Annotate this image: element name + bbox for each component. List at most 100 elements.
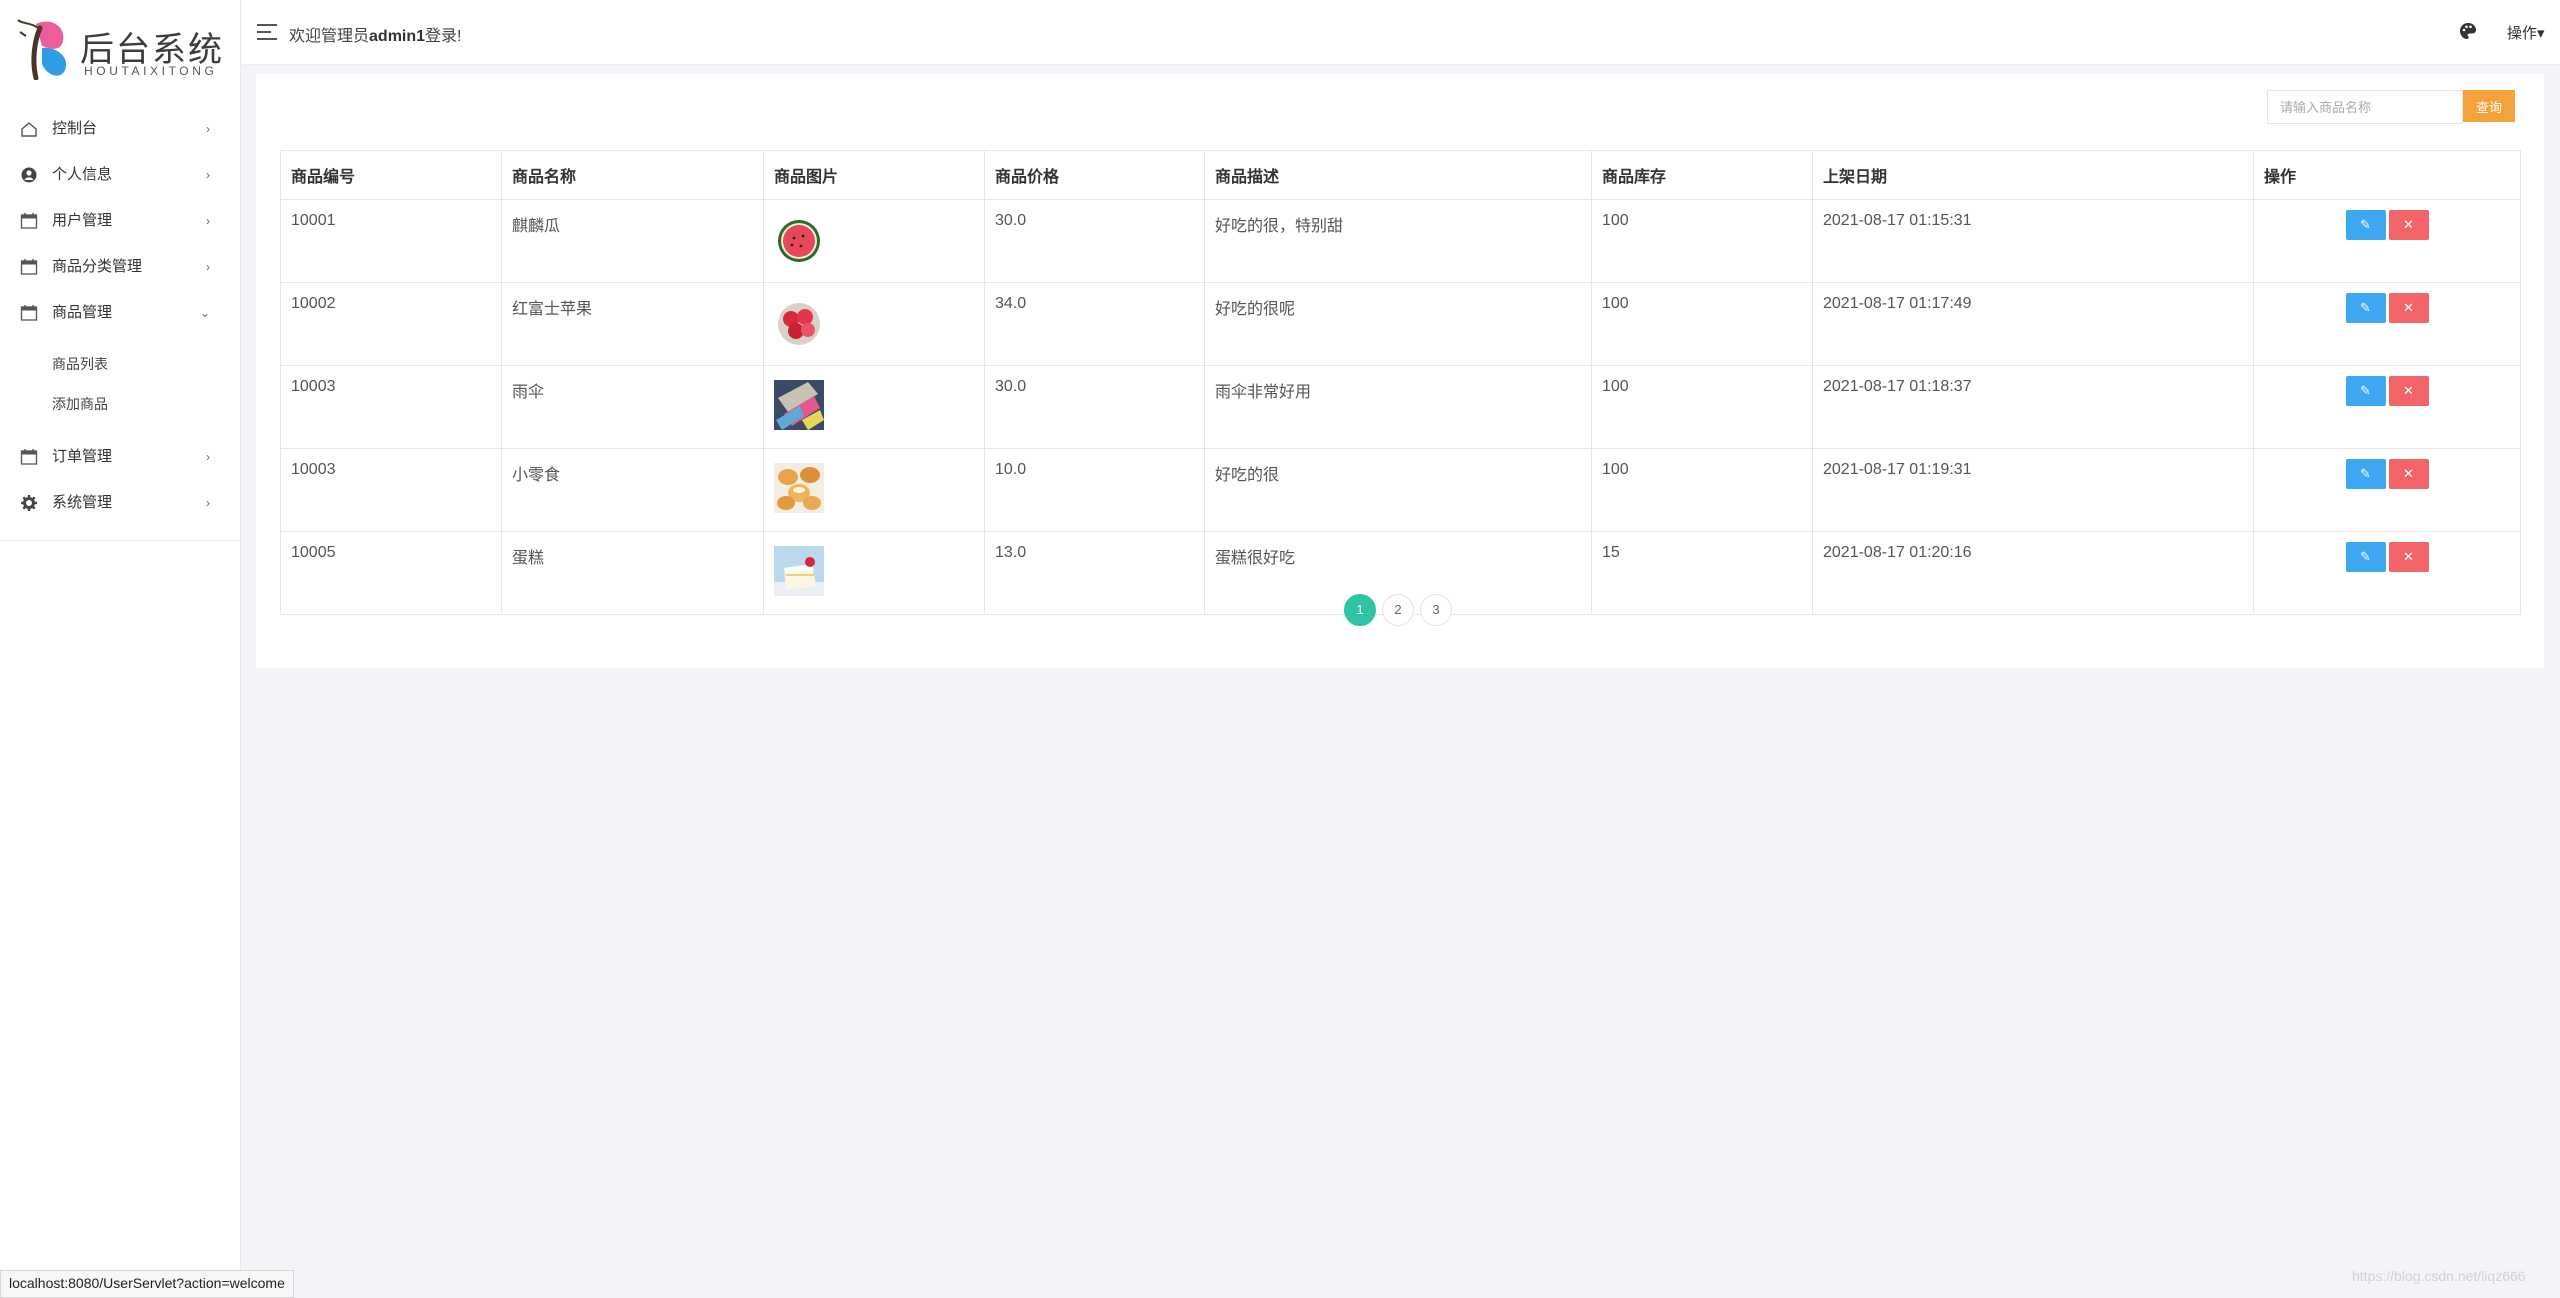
column-header-id: 商品编号 xyxy=(280,150,502,200)
edit-button[interactable]: ✎ xyxy=(2345,459,2386,489)
sidebar-menu: 控制台 › 个人信息 › 用户管理 › 商品分类管理 › 商品管理 ⌄ 商品列表… xyxy=(0,106,240,541)
sidebar-item-label: 订单管理 xyxy=(52,448,113,465)
cell-price: 10.0 xyxy=(984,448,1205,532)
cell-id: 10003 xyxy=(280,365,502,449)
browser-status-url: localhost:8080/UserServlet?action=welcom… xyxy=(0,1270,294,1298)
delete-button[interactable]: ✕ xyxy=(2388,542,2429,572)
products-submenu: 商品列表 添加商品 xyxy=(0,336,240,434)
table-row: 10003 小零食 10.0 好吃的很 100 2021-08-17 01:19… xyxy=(280,448,2521,532)
cell-price: 13.0 xyxy=(984,531,1205,615)
page-button-3[interactable]: 3 xyxy=(1420,594,1452,626)
cell-date: 2021-08-17 01:19:31 xyxy=(1812,448,2254,532)
sidebar-item-system[interactable]: 系统管理 › xyxy=(0,480,240,526)
cell-stock: 15 xyxy=(1591,531,1813,615)
table-row: 10001 麒麟瓜 30.0 好吃的很，特别甜 100 2021-08-17 0… xyxy=(280,199,2521,283)
product-name-search-input[interactable] xyxy=(2267,90,2463,124)
butterfly-logo-icon xyxy=(17,19,67,80)
chevron-right-icon: › xyxy=(206,168,210,182)
cell-image xyxy=(763,365,985,449)
cell-id: 10001 xyxy=(280,199,502,283)
edit-button[interactable]: ✎ xyxy=(2345,542,2386,572)
cell-image xyxy=(763,448,985,532)
sidebar-item-dashboard[interactable]: 控制台 › xyxy=(0,106,240,152)
column-header-image: 商品图片 xyxy=(763,150,985,200)
cell-date: 2021-08-17 01:17:49 xyxy=(1812,282,2254,366)
sidebar: 后台系统 HOUTAIXITONG 控制台 › 个人信息 › 用户管理 › 商品… xyxy=(0,0,241,1296)
cell-actions: ✎ ✕ xyxy=(2253,282,2521,366)
chevron-right-icon: › xyxy=(206,214,210,228)
cell-description: 雨伞非常好用 xyxy=(1204,365,1592,449)
cell-date: 2021-08-17 01:15:31 xyxy=(1812,199,2254,283)
chevron-right-icon: › xyxy=(206,260,210,274)
delete-button[interactable]: ✕ xyxy=(2388,210,2429,240)
cell-id: 10003 xyxy=(280,448,502,532)
sidebar-item-label: 个人信息 xyxy=(52,166,113,183)
welcome-message: 欢迎管理员admin1登录! xyxy=(289,22,461,46)
column-header-name: 商品名称 xyxy=(501,150,764,200)
sidebar-item-label: 控制台 xyxy=(52,120,98,137)
calendar-icon xyxy=(20,213,38,229)
sidebar-item-orders[interactable]: 订单管理 › xyxy=(0,434,240,480)
calendar-icon xyxy=(20,449,38,465)
welcome-username: admin1 xyxy=(369,28,426,45)
user-icon xyxy=(21,167,37,183)
product-image-snacks xyxy=(774,463,824,513)
column-header-date: 上架日期 xyxy=(1812,150,2254,200)
product-image-apples xyxy=(774,297,824,347)
sidebar-item-category[interactable]: 商品分类管理 › xyxy=(0,244,240,290)
delete-button[interactable]: ✕ xyxy=(2388,293,2429,323)
cell-actions: ✎ ✕ xyxy=(2253,365,2521,449)
cell-date: 2021-08-17 01:20:16 xyxy=(1812,531,2254,615)
sidebar-item-label: 商品分类管理 xyxy=(52,258,143,275)
sidebar-item-users[interactable]: 用户管理 › xyxy=(0,198,240,244)
cell-image xyxy=(763,282,985,366)
edit-button[interactable]: ✎ xyxy=(2345,293,2386,323)
sidebar-item-products[interactable]: 商品管理 ⌄ xyxy=(0,290,240,336)
edit-button[interactable]: ✎ xyxy=(2345,210,2386,240)
edit-button[interactable]: ✎ xyxy=(2345,376,2386,406)
cell-id: 10002 xyxy=(280,282,502,366)
cell-date: 2021-08-17 01:18:37 xyxy=(1812,365,2254,449)
welcome-prefix: 欢迎管理员 xyxy=(289,28,370,45)
cell-stock: 100 xyxy=(1591,448,1813,532)
page-button-1[interactable]: 1 xyxy=(1344,594,1376,626)
product-list-card: 查询 商品编号 商品名称 商品图片 商品价格 商品描述 商品库存 上架日期 操作… xyxy=(256,74,2544,668)
page-button-2[interactable]: 2 xyxy=(1382,594,1414,626)
welcome-suffix: 登录! xyxy=(425,28,462,45)
delete-button[interactable]: ✕ xyxy=(2388,376,2429,406)
top-header: 欢迎管理员admin1登录! 操作▾ xyxy=(241,0,2560,65)
calendar-icon xyxy=(20,305,38,321)
column-header-price: 商品价格 xyxy=(984,150,1205,200)
chevron-right-icon: › xyxy=(206,450,210,464)
delete-button[interactable]: ✕ xyxy=(2388,459,2429,489)
chevron-right-icon: › xyxy=(206,122,210,136)
palette-icon[interactable] xyxy=(2459,22,2477,40)
brand-logo[interactable]: 后台系统 HOUTAIXITONG xyxy=(14,16,224,82)
menu-toggle-icon[interactable] xyxy=(257,24,277,40)
submenu-item-add-product[interactable]: 添加商品 xyxy=(0,384,240,424)
sidebar-item-label: 商品管理 xyxy=(52,304,113,321)
search-button[interactable]: 查询 xyxy=(2463,90,2515,122)
home-icon xyxy=(21,122,37,137)
cell-price: 30.0 xyxy=(984,199,1205,283)
sidebar-item-profile[interactable]: 个人信息 › xyxy=(0,152,240,198)
chevron-down-icon: ⌄ xyxy=(199,306,210,320)
cell-stock: 100 xyxy=(1591,365,1813,449)
cell-actions: ✎ ✕ xyxy=(2253,199,2521,283)
cell-description: 好吃的很，特别甜 xyxy=(1204,199,1592,283)
product-image-watermelon xyxy=(774,214,824,264)
submenu-item-product-list[interactable]: 商品列表 xyxy=(0,344,240,384)
cell-description: 好吃的很呢 xyxy=(1204,282,1592,366)
operations-dropdown[interactable]: 操作▾ xyxy=(2507,22,2545,43)
column-header-actions: 操作 xyxy=(2253,150,2521,200)
brand-subtitle: HOUTAIXITONG xyxy=(84,64,218,78)
cell-actions: ✎ ✕ xyxy=(2253,531,2521,615)
cell-description: 好吃的很 xyxy=(1204,448,1592,532)
cell-price: 30.0 xyxy=(984,365,1205,449)
cell-stock: 100 xyxy=(1591,282,1813,366)
table-header-row: 商品编号 商品名称 商品图片 商品价格 商品描述 商品库存 上架日期 操作 xyxy=(280,150,2521,200)
watermark-text: https://blog.csdn.net/liqz666 xyxy=(2352,1268,2526,1284)
cell-name: 小零食 xyxy=(501,448,764,532)
gear-icon xyxy=(21,495,37,511)
column-header-description: 商品描述 xyxy=(1204,150,1592,200)
